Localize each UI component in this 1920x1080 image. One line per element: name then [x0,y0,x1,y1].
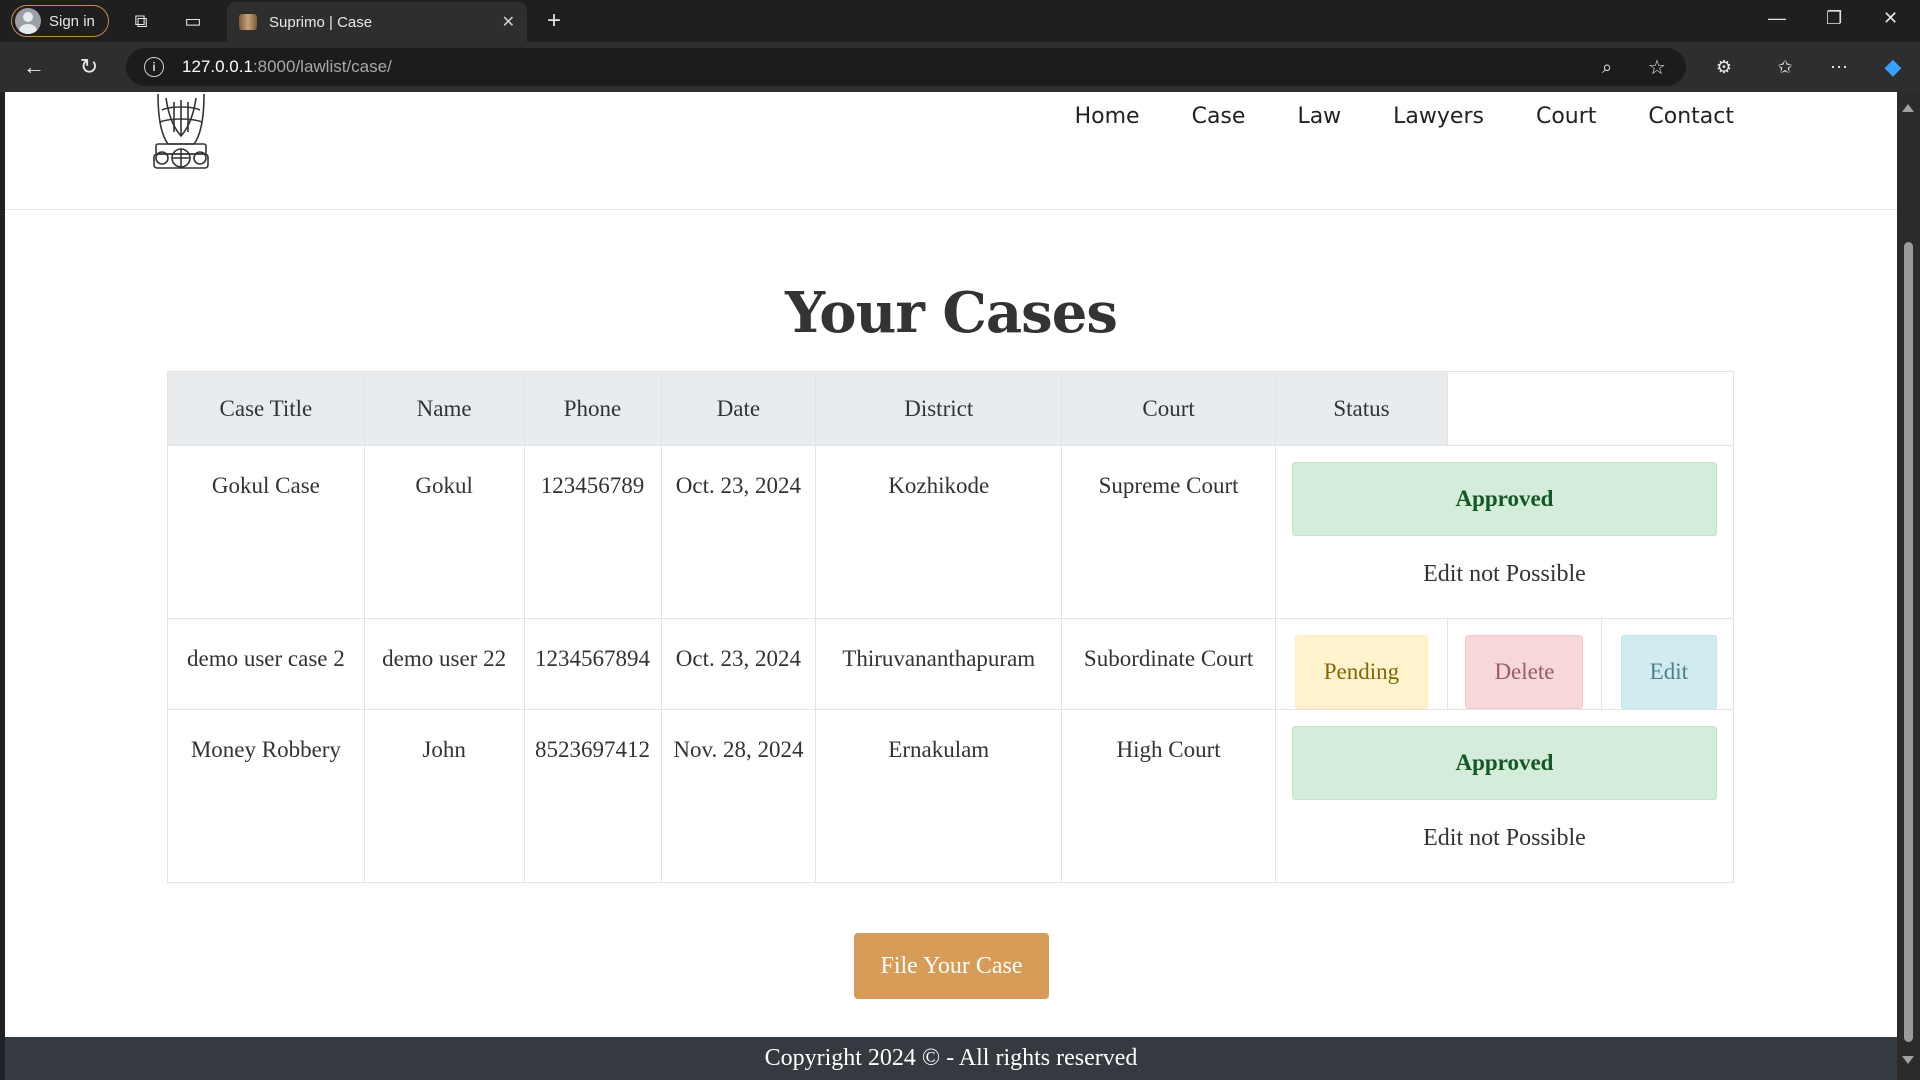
table-header-row: Case Title Name Phone Date District Cour… [167,371,1735,446]
nav-court[interactable]: Court [1536,104,1596,129]
cell-status: Approved Edit not Possible [1274,709,1735,883]
cell-delete: Delete [1446,618,1602,710]
header-date: Date [660,371,817,446]
reload-icon[interactable]: ↻ [75,53,103,81]
header-actions-blank [1446,371,1735,446]
sign-in-label: Sign in [49,12,95,30]
nav-case[interactable]: Case [1192,104,1246,129]
extensions-icon[interactable]: ⚙ [1710,53,1738,81]
browser-toolbar: ← ↻ i 127.0.0.1 :8000/lawlist/case/ ⌕ ☆ … [0,42,1920,92]
cell-edit: Edit [1600,618,1735,710]
cell-status: Pending [1274,618,1448,710]
scrollbar-thumb[interactable] [1904,242,1913,1042]
delete-button[interactable]: Delete [1465,635,1584,709]
address-bar[interactable]: i 127.0.0.1 :8000/lawlist/case/ [126,48,1686,86]
cell-date: Oct. 23, 2024 [660,445,817,619]
site-info-icon[interactable]: i [144,57,164,77]
profile-avatar-icon [15,8,41,34]
table-row: Money Robbery John 8523697412 Nov. 28, 2… [167,709,1735,883]
cell-court: High Court [1061,709,1276,883]
table-row: Gokul Case Gokul 123456789 Oct. 23, 2024… [167,445,1735,619]
cell-name: John [363,709,525,883]
copilot-icon[interactable]: ◆ [1879,53,1907,81]
minimize-icon[interactable]: — [1768,8,1786,29]
favorite-star-icon[interactable]: ☆ [1643,53,1671,81]
tab-title: Suprimo | Case [269,13,373,31]
cases-table: Case Title Name Phone Date District Cour… [167,371,1735,883]
page-title: Your Cases [785,280,1118,346]
status-badge-pending: Pending [1294,635,1429,709]
cell-name: Gokul [363,445,525,619]
url-path: :8000/lawlist/case/ [252,57,392,76]
nav-lawyers[interactable]: Lawyers [1393,104,1484,129]
cell-court: Subordinate Court [1061,618,1276,710]
close-tab-icon[interactable]: ✕ [502,12,515,32]
footer-copyright: Copyright 2024 © - All rights reserved [5,1037,1897,1080]
zoom-icon[interactable]: ⌕ [1593,53,1621,81]
browser-tab-bar: Sign in ⧉ ▭ Suprimo | Case ✕ + — ❐ ✕ [0,0,1920,42]
cell-district: Kozhikode [815,445,1063,619]
status-badge-approved: Approved [1291,462,1717,536]
national-emblem-logo [153,93,209,169]
cell-case-title: demo user case 2 [167,618,365,710]
scroll-up-icon[interactable] [1902,104,1914,112]
favorites-icon[interactable]: ✩ [1771,53,1799,81]
url-host: 127.0.0.1 [182,57,253,76]
scroll-down-icon[interactable] [1902,1056,1914,1064]
tab-actions-icon[interactable]: ▭ [179,7,207,35]
header-case-title: Case Title [167,371,365,446]
cell-district: Ernakulam [815,709,1063,883]
workspaces-icon[interactable]: ⧉ [127,7,155,35]
more-menu-icon[interactable]: ⋯ [1825,53,1853,81]
restore-icon[interactable]: ❐ [1826,8,1842,29]
file-case-button[interactable]: File Your Case [854,933,1049,999]
edit-note: Edit not Possible [1423,825,1586,851]
table-row: demo user case 2 demo user 22 1234567894… [167,618,1735,710]
nav-home[interactable]: Home [1075,104,1140,129]
cell-status: Approved Edit not Possible [1274,445,1735,619]
nav-contact[interactable]: Contact [1648,104,1734,129]
back-icon[interactable]: ← [20,53,48,81]
page-scrollbar[interactable] [1897,92,1920,1080]
nav-law[interactable]: Law [1297,104,1341,129]
site-favicon-icon [239,14,257,30]
cell-date: Oct. 23, 2024 [660,618,817,710]
cell-phone: 1234567894 [523,618,662,710]
cell-phone: 8523697412 [523,709,662,883]
header-name: Name [363,371,525,446]
sign-in-button[interactable]: Sign in [11,5,109,37]
cell-name: demo user 22 [363,618,525,710]
header-phone: Phone [523,371,662,446]
site-header: Home Case Law Lawyers Court Contact [5,92,1897,210]
edit-button[interactable]: Edit [1620,635,1717,709]
cell-phone: 123456789 [523,445,662,619]
page-viewport: Home Case Law Lawyers Court Contact Your… [5,92,1897,1080]
header-district: District [815,371,1063,446]
main-nav: Home Case Law Lawyers Court Contact [1075,104,1734,129]
cell-case-title: Money Robbery [167,709,365,883]
cell-date: Nov. 28, 2024 [660,709,817,883]
header-status: Status [1274,371,1448,446]
new-tab-icon[interactable]: + [540,7,568,35]
cell-case-title: Gokul Case [167,445,365,619]
cell-district: Thiruvananthapuram [815,618,1063,710]
status-badge-approved: Approved [1291,726,1717,800]
browser-tab-active[interactable]: Suprimo | Case ✕ [227,2,527,42]
close-window-icon[interactable]: ✕ [1883,8,1898,29]
header-court: Court [1061,371,1276,446]
cell-court: Supreme Court [1061,445,1276,619]
edit-note: Edit not Possible [1423,561,1586,587]
